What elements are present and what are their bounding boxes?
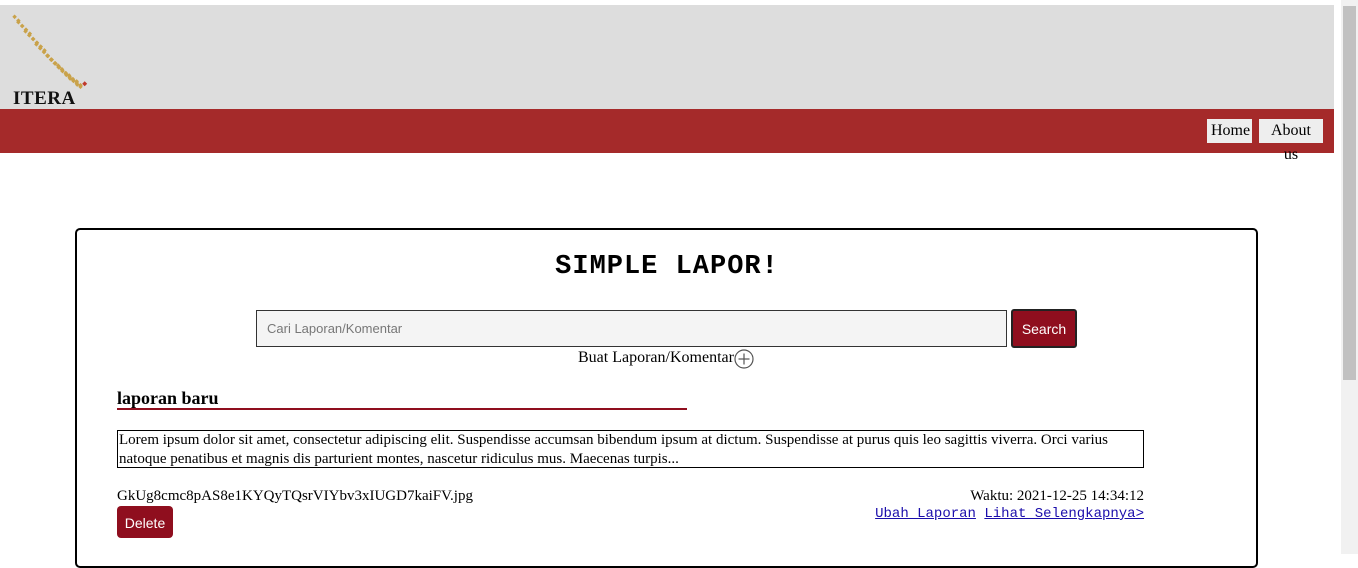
report-actions: Ubah Laporan Lihat Selengkapnya> [875,506,1144,522]
report-description: Lorem ipsum dolor sit amet, consectetur … [117,430,1144,468]
search-input[interactable] [256,310,1007,347]
logo-icon [12,14,88,89]
scrollbar-thumb[interactable] [1343,6,1356,380]
logo-text: ITERA [13,88,76,109]
navbar: Home About us [0,109,1334,163]
delete-button[interactable]: Delete [117,506,173,538]
section-divider [117,408,687,410]
site-header: ITERA [0,5,1334,109]
logo-tile [45,53,50,59]
logo-tile [52,61,58,66]
logo-tile [48,57,54,62]
nav-home-button[interactable]: Home [1207,119,1252,143]
logo-tile [19,23,25,29]
search-button[interactable]: Search [1011,309,1077,348]
page-title: SIMPLE LAPOR! [555,252,779,282]
logo-tile [30,36,36,42]
report-attachment-filename: GkUg8cmc8pAS8e1KYQyTQsrVIYbv3xIUGD7kaiFV… [117,488,473,504]
view-more-link[interactable]: Lihat Selengkapnya> [984,506,1144,522]
logo-tile [12,14,17,20]
plus-circle-icon[interactable] [734,349,754,369]
itera-logo[interactable]: ITERA [10,9,94,109]
report-timestamp: Waktu: 2021-12-25 14:34:12 [970,488,1144,504]
section-title: laporan baru [117,388,219,408]
logo-accent-tile [82,81,88,87]
nav-about-button[interactable]: About us [1259,119,1323,163]
create-report-link[interactable]: Buat Laporan/Komentar [578,348,734,368]
edit-report-link[interactable]: Ubah Laporan [875,506,976,522]
